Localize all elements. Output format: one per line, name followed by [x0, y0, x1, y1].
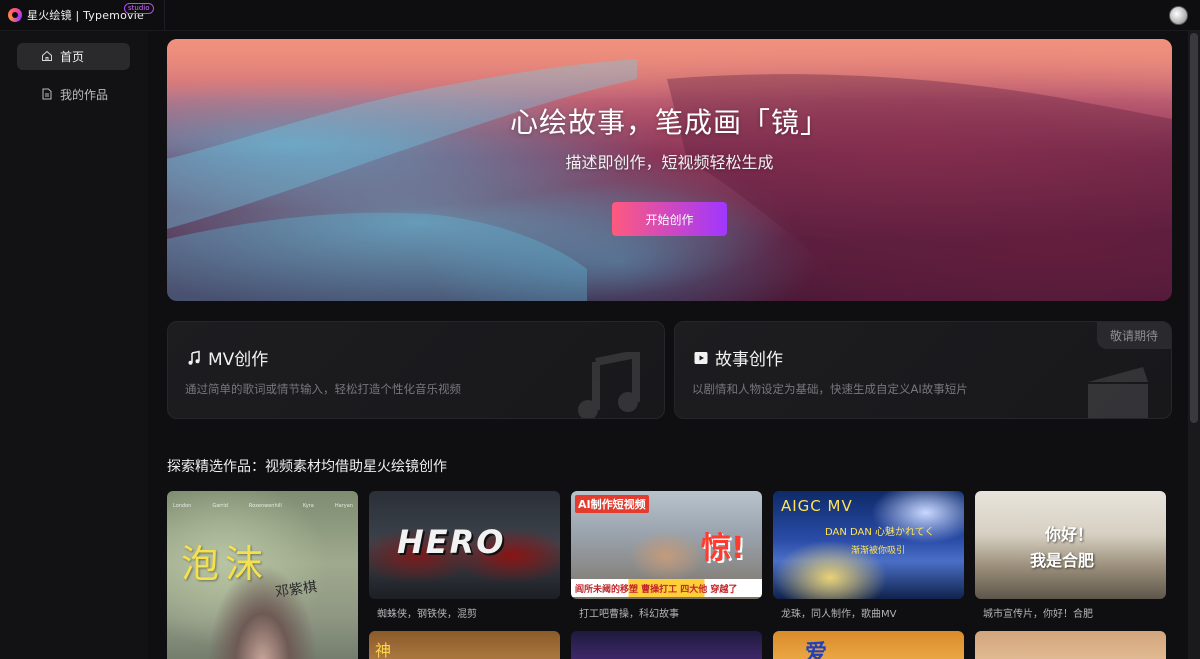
- thumbnail-overlay-title: 爱: [805, 641, 828, 659]
- thumbnail-overlay-subtitle-2: 渐渐被你吸引: [851, 546, 906, 556]
- sidebar: 首页 我的作品: [0, 31, 148, 659]
- gallery-caption: 打工吧曹操，科幻故事: [579, 609, 679, 620]
- hero-title: 心绘故事，笔成画「镜」: [509, 106, 829, 139]
- document-icon: [42, 88, 52, 100]
- card-title-text: MV创作: [208, 350, 269, 370]
- sidebar-item-my-works[interactable]: 我的作品: [17, 81, 130, 108]
- gallery-item-paomo[interactable]: London Garrid Roxenwenhill Kyra Haryan 泡…: [167, 491, 358, 659]
- avatar[interactable]: [1169, 6, 1188, 25]
- gallery-caption: 蜘蛛侠，钢铁侠，混剪: [377, 609, 477, 620]
- sidebar-item-label: 我的作品: [60, 88, 109, 102]
- logo-icon: [8, 8, 22, 22]
- music-note-icon: [188, 350, 200, 365]
- credit-text: Roxenwenhill: [248, 503, 282, 509]
- gallery-item[interactable]: 爱: [773, 631, 964, 659]
- hero-banner: 心绘故事，笔成画「镜」 描述即创作，短视频轻松生成 开始创作: [167, 39, 1172, 301]
- gallery-caption: 城市宣传片，你好！合肥: [983, 609, 1093, 620]
- credit-text: Haryan: [334, 503, 353, 509]
- topbar-divider: [164, 0, 165, 31]
- story-creation-card[interactable]: 故事创作 以剧情和人物设定为基础，快速生成自定义AI故事短片 敬请期待: [674, 321, 1172, 419]
- mv-creation-card[interactable]: MV创作 通过简单的歌词或情节输入，轻松打造个性化音乐视频: [167, 321, 665, 419]
- main-content: 心绘故事，笔成画「镜」 描述即创作，短视频轻松生成 开始创作 MV创作 通过简单…: [148, 31, 1188, 659]
- gallery-item-hero[interactable]: HERO: [369, 491, 560, 599]
- scrollbar[interactable]: [1188, 31, 1200, 659]
- top-bar: 星火绘镜 | Typemovie studio: [0, 0, 1200, 31]
- app-logo[interactable]: 星火绘镜 | Typemovie studio: [8, 3, 154, 23]
- credit-text: Garrid: [212, 503, 228, 509]
- gallery-title: 探索精选作品：视频素材均借助星火绘镜创作: [167, 459, 447, 475]
- thumbnail-overlay-title: 泡沫: [181, 542, 270, 586]
- studio-tag: studio: [124, 3, 154, 14]
- scrollbar-thumb[interactable]: [1190, 33, 1198, 423]
- start-creating-button[interactable]: 开始创作: [612, 202, 727, 236]
- card-description: 以剧情和人物设定为基础，快速生成自定义AI故事短片: [692, 382, 968, 396]
- thumbnail-overlay-subtitle: 我是合肥: [1030, 551, 1095, 570]
- thumbnail-overlay-title: 惊!: [701, 531, 745, 566]
- gallery-item-caocao[interactable]: AI制作短视频 惊! 阎所未阈的移塑 曹操打工 四大他 穿越了: [571, 491, 762, 599]
- card-title: 故事创作: [693, 345, 783, 370]
- sidebar-item-label: 首页: [60, 50, 85, 64]
- thumbnail-overlay-title: HERO: [397, 523, 506, 561]
- gallery-item[interactable]: 神: [369, 631, 560, 659]
- thumbnail-overlay-tag: AI制作短视频: [575, 495, 649, 513]
- clapperboard-icon: [694, 351, 708, 364]
- gallery-item-dragonball[interactable]: AIGC MV DAN DAN 心魅かれてく 渐渐被你吸引: [773, 491, 964, 599]
- thumbnail-overlay-subtitle: 阎所未阈的移塑 曹操打工 四大他 穿越了: [571, 579, 762, 597]
- sidebar-item-home[interactable]: 首页: [17, 43, 130, 70]
- card-title-text: 故事创作: [715, 350, 783, 370]
- thumbnail-overlay-subtitle: 邓紫棋: [274, 579, 319, 601]
- credit-text: Kyra: [302, 503, 314, 509]
- gallery-item-hefei[interactable]: 你好！ 我是合肥: [975, 491, 1166, 599]
- gallery-item[interactable]: [975, 631, 1166, 659]
- coming-soon-badge: 敬请期待: [1097, 322, 1171, 349]
- credits-row: London Garrid Roxenwenhill Kyra Haryan: [173, 503, 353, 509]
- credit-text: London: [173, 503, 192, 509]
- card-title: MV创作: [186, 345, 268, 370]
- thumbnail-overlay-title: 神: [375, 641, 392, 659]
- clapperboard-watermark-icon: [1088, 367, 1148, 418]
- music-note-watermark-icon: [578, 352, 640, 418]
- thumbnail-overlay-title: 你好！: [1045, 525, 1094, 544]
- thumbnail-overlay-subtitle: DAN DAN 心魅かれてく: [825, 527, 935, 538]
- card-description: 通过简单的歌词或情节输入，轻松打造个性化音乐视频: [185, 382, 461, 396]
- gallery-item[interactable]: [571, 631, 762, 659]
- thumbnail-overlay-title: AIGC MV: [781, 497, 853, 515]
- gallery-caption: 龙珠，同人制作，歌曲MV: [781, 609, 897, 620]
- home-icon: [42, 50, 52, 61]
- hero-subtitle: 描述即创作，短视频轻松生成: [565, 153, 774, 172]
